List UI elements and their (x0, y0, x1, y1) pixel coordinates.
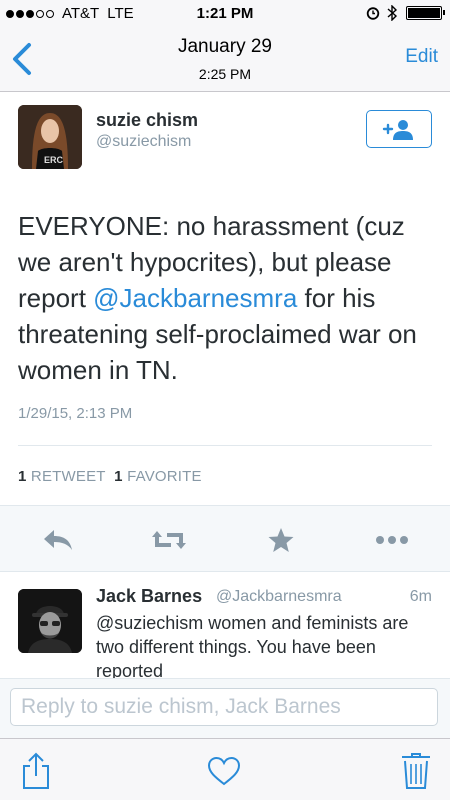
trash-icon (402, 753, 430, 789)
star-icon (268, 528, 294, 552)
favorite-button[interactable] (263, 526, 299, 554)
author-avatar[interactable]: ERC (18, 105, 82, 169)
status-bar: AT&T LTE 1:21 PM (0, 0, 450, 28)
retweet-icon (152, 531, 186, 549)
nav-title: January 29 (177, 36, 272, 57)
add-user-icon (382, 120, 413, 140)
tweet-text: EVERYONE: no harassment (cuz we aren't h… (18, 208, 428, 388)
reply-composer (0, 678, 450, 738)
bottom-toolbar (0, 738, 450, 800)
tweet-stats: 1 RETWEET 1 FAVORITE (18, 468, 202, 485)
more-icon (376, 536, 408, 544)
share-button[interactable] (18, 751, 54, 791)
reply-avatar-photo (18, 589, 82, 653)
favorite-count[interactable]: 1 (114, 468, 123, 485)
alarm-icon (366, 7, 380, 20)
reply-button[interactable] (40, 526, 76, 554)
avatar-photo: ERC (18, 105, 82, 169)
reply-icon (44, 530, 72, 550)
divider (18, 445, 432, 446)
retweet-count[interactable]: 1 (18, 468, 27, 485)
heart-icon (207, 756, 241, 786)
author-handle[interactable]: @suziechism (96, 133, 191, 151)
reply-avatar[interactable] (18, 589, 82, 653)
follow-button[interactable] (366, 110, 432, 148)
bluetooth-icon (387, 5, 398, 21)
tweet-timestamp: 1/29/15, 2:13 PM (18, 405, 133, 422)
reply-author-handle[interactable]: @Jackbarnesmra (216, 588, 342, 606)
reply-text: @suziechism women and feminists are two … (96, 613, 409, 678)
more-button[interactable] (374, 526, 410, 554)
reply-author-name[interactable]: Jack Barnes (96, 586, 202, 607)
nav-subtitle: 2:25 PM (198, 66, 252, 82)
reply-input[interactable] (10, 688, 438, 726)
heart-button[interactable] (206, 751, 242, 791)
status-right (366, 5, 445, 21)
author-name[interactable]: suzie chism (96, 110, 198, 131)
share-icon (23, 752, 49, 789)
retweet-label[interactable]: RETWEET (31, 468, 105, 485)
battery-icon (406, 6, 445, 20)
mention-link[interactable]: @Jackbarnesmra (93, 283, 297, 313)
tweet-actions (0, 505, 450, 572)
trash-button[interactable] (398, 751, 434, 791)
navigation-bar: January 29 2:25 PM Edit (0, 28, 450, 92)
favorite-label[interactable]: FAVORITE (127, 468, 202, 485)
reply-time: 6m (409, 588, 432, 605)
edit-button[interactable]: Edit (405, 46, 438, 68)
reply-tweet[interactable]: Jack Barnes @Jackbarnesmra 6m @suziechis… (0, 573, 450, 678)
retweet-button[interactable] (151, 526, 187, 554)
svg-text:ERC: ERC (44, 155, 64, 165)
